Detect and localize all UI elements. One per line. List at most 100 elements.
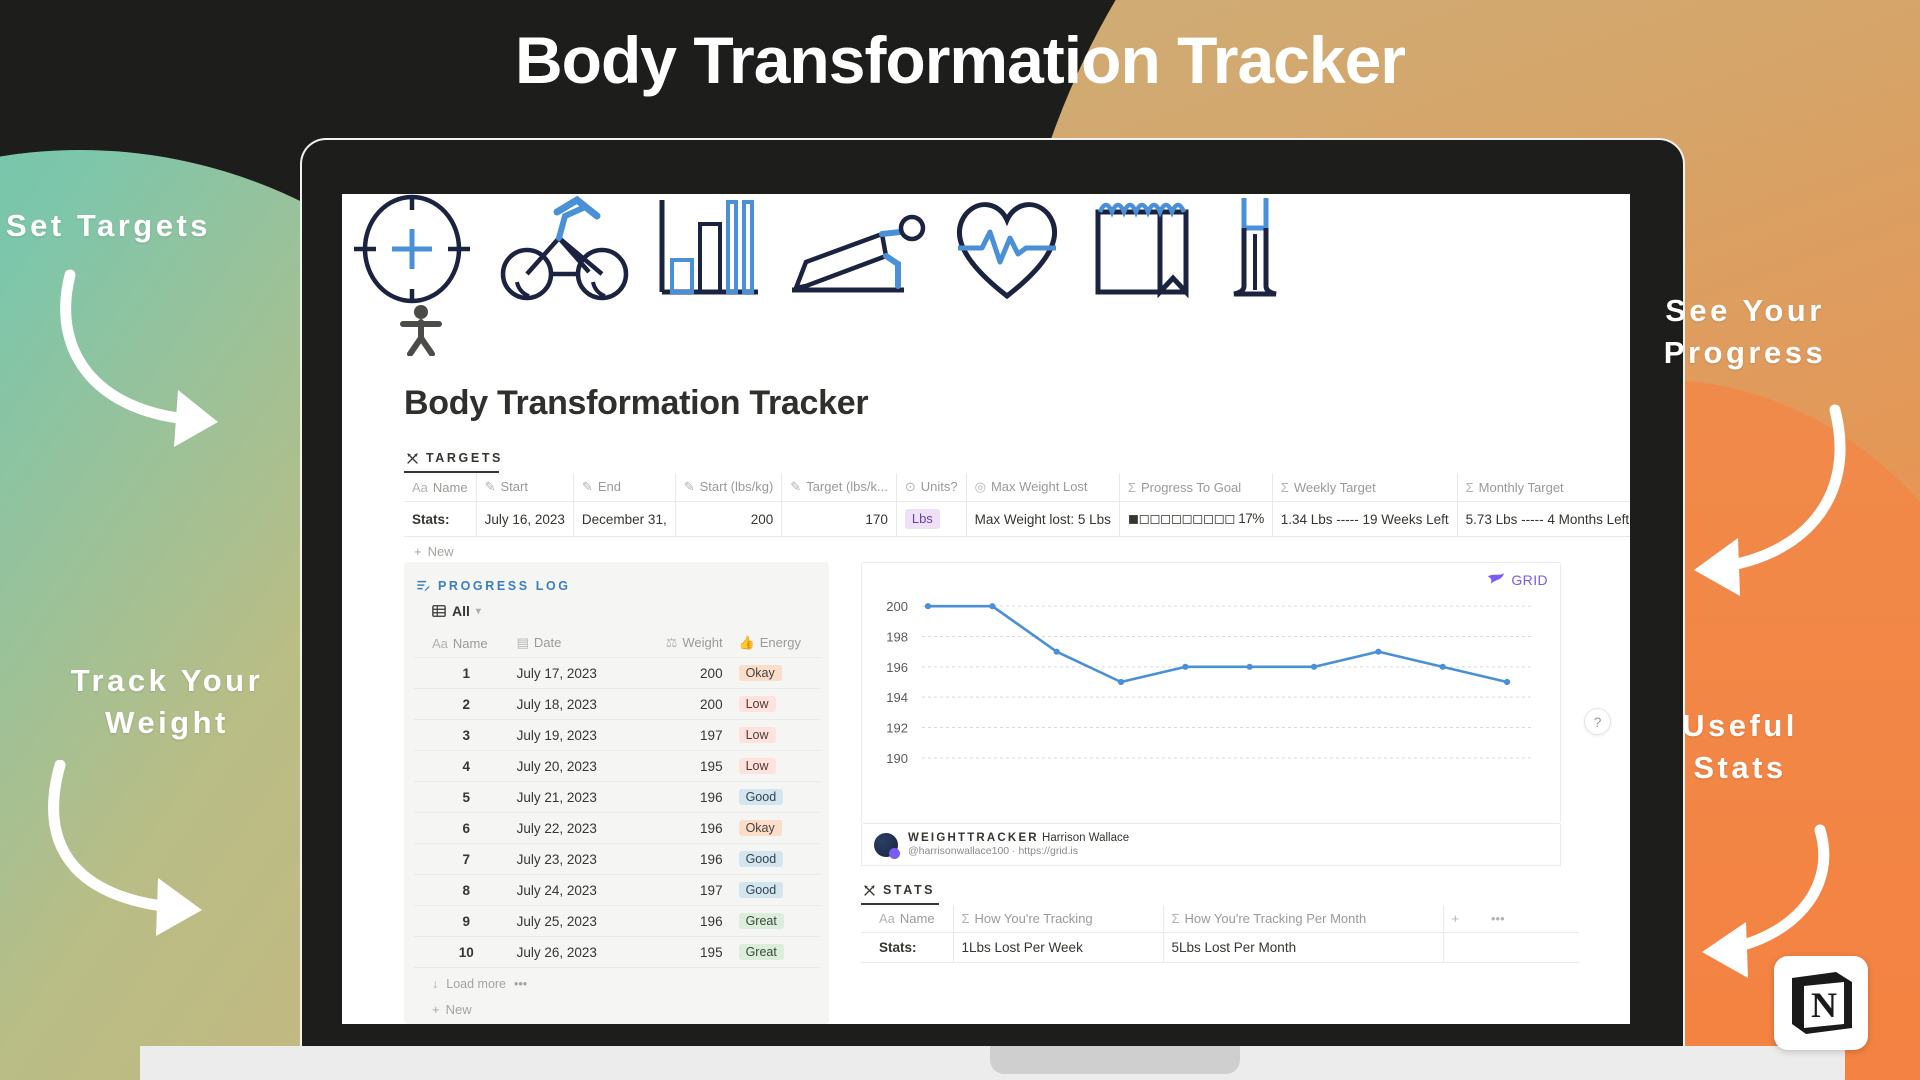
callout-see-your-progress: See Your Progress <box>1663 293 1827 370</box>
stats-overflow-button[interactable]: ••• <box>1483 905 1579 933</box>
pushup-icon <box>792 214 926 293</box>
row-energy[interactable]: Good <box>730 843 819 875</box>
add-column-button[interactable]: + <box>1443 905 1483 933</box>
progress-log-section: PROGRESS LOG All ▾ Aa Name ▤ Date ⚖ Weig… <box>404 562 829 1024</box>
stats-col-tracking-month[interactable]: Σ How You're Tracking Per Month <box>1163 905 1444 933</box>
row-date[interactable]: July 20, 2023 <box>508 750 641 782</box>
targets-section: TARGETS Aa Name ✎ Start ✎ End ✎ Start (lbs/k… <box>404 448 1630 566</box>
row-date[interactable]: July 24, 2023 <box>508 874 641 906</box>
row-weight[interactable]: 200 <box>640 688 731 720</box>
row-energy[interactable]: Low <box>730 719 819 751</box>
stats-col-name[interactable]: Aa Name <box>861 905 954 933</box>
table-row[interactable]: 4 July 20, 2023 195 Low <box>414 750 819 782</box>
targets-cell-monthly[interactable]: 5.73 Lbs ----- 4 Months Left <box>1457 501 1630 537</box>
overflow-icon[interactable]: ••• <box>514 977 527 991</box>
row-energy[interactable]: Okay <box>730 657 819 689</box>
row-date[interactable]: July 17, 2023 <box>508 657 641 689</box>
targets-col-weekly[interactable]: Σ Weekly Target <box>1272 473 1458 502</box>
table-row[interactable]: 7 July 23, 2023 196 Good <box>414 843 819 875</box>
progress-log-new-row-button[interactable]: + New <box>414 995 819 1024</box>
row-name[interactable]: 9 <box>414 905 509 937</box>
row-date[interactable]: July 21, 2023 <box>508 781 641 813</box>
targets-cell-start[interactable]: July 16, 2023 <box>476 501 574 537</box>
targets-col-units[interactable]: ⊙ Units? <box>896 473 967 502</box>
table-row[interactable]: 5 July 21, 2023 196 Good <box>414 781 819 813</box>
targets-cell-target-lbs[interactable]: 170 <box>781 501 897 537</box>
targets-col-name[interactable]: Aa Name <box>404 473 477 502</box>
progress-col-name[interactable]: Aa Name <box>414 629 509 658</box>
row-name[interactable]: 1 <box>414 657 509 689</box>
avatar <box>874 832 900 859</box>
targets-col-start-lbs[interactable]: ✎ Start (lbs/kg) <box>675 473 783 502</box>
targets-col-progress[interactable]: Σ Progress To Goal <box>1119 473 1273 502</box>
callout-track-your-weight: Track Your Weight <box>70 663 264 740</box>
arrow-see-your-progress <box>1694 404 1846 596</box>
targets-cell-weekly[interactable]: 1.34 Lbs ----- 19 Weeks Left <box>1272 501 1458 537</box>
row-energy[interactable]: Great <box>730 936 819 968</box>
targets-cell-progress[interactable]: ◼◻◻◻◻◻◻◻◻◻ 17% <box>1119 501 1273 537</box>
targets-cell-start-lbs[interactable]: 200 <box>675 501 783 537</box>
table-row[interactable]: 3 July 19, 2023 197 Low <box>414 719 819 751</box>
row-energy[interactable]: Okay <box>730 812 819 844</box>
row-weight[interactable]: 196 <box>640 905 731 937</box>
row-date[interactable]: July 26, 2023 <box>508 936 641 968</box>
targets-cell-max-weight-lost[interactable]: Max Weight lost: 5 Lbs <box>966 501 1120 537</box>
targets-col-max-weight-lost[interactable]: ◎ Max Weight Lost <box>966 473 1120 502</box>
load-more-button[interactable]: ↓ Load more ••• <box>414 968 819 995</box>
row-name[interactable]: 8 <box>414 874 509 906</box>
row-energy[interactable]: Great <box>730 905 819 937</box>
table-row[interactable]: 2 July 18, 2023 200 Low <box>414 688 819 720</box>
row-date[interactable]: July 19, 2023 <box>508 719 641 751</box>
row-name[interactable]: 3 <box>414 719 509 751</box>
progress-log-view-tab[interactable]: All ▾ <box>414 599 819 629</box>
row-weight[interactable]: 197 <box>640 719 731 751</box>
energy-tag: Good <box>738 789 784 805</box>
row-energy[interactable]: Good <box>730 781 819 813</box>
stats-cell-monthly[interactable]: 5Lbs Lost Per Month <box>1163 932 1444 963</box>
targets-cell-end[interactable]: December 31, <box>573 501 676 537</box>
row-name[interactable]: 7 <box>414 843 509 875</box>
table-row[interactable]: 1 July 17, 2023 200 Okay <box>414 657 819 689</box>
row-weight[interactable]: 200 <box>640 657 731 689</box>
table-row[interactable]: 8 July 24, 2023 197 Good <box>414 874 819 906</box>
chevron-down-icon[interactable]: ▾ <box>476 606 481 617</box>
row-name[interactable]: 2 <box>414 688 509 720</box>
table-row[interactable]: 9 July 25, 2023 196 Great <box>414 905 819 937</box>
table-row[interactable]: 6 July 22, 2023 196 Okay <box>414 812 819 844</box>
row-date[interactable]: July 25, 2023 <box>508 905 641 937</box>
progress-col-energy[interactable]: 👍 Energy <box>730 629 819 658</box>
row-weight[interactable]: 195 <box>640 936 731 968</box>
table-row[interactable]: 10 July 26, 2023 195 Great <box>414 936 819 968</box>
row-weight[interactable]: 196 <box>640 843 731 875</box>
row-weight[interactable]: 195 <box>640 750 731 782</box>
grid-chart-embed[interactable]: GRID 200 198 196 194 192 190 <box>861 562 1561 824</box>
progress-col-weight[interactable]: ⚖ Weight <box>640 629 731 658</box>
row-weight[interactable]: 197 <box>640 874 731 906</box>
targets-cell-name[interactable]: Stats: <box>404 501 477 537</box>
targets-col-target-lbs[interactable]: ✎ Target (lbs/k... <box>781 473 897 502</box>
targets-cell-units[interactable]: Lbs <box>896 501 967 537</box>
stats-cell-weekly[interactable]: 1Lbs Lost Per Week <box>953 932 1164 963</box>
row-name[interactable]: 4 <box>414 750 509 782</box>
row-date[interactable]: July 23, 2023 <box>508 843 641 875</box>
table-row[interactable]: Stats: 1Lbs Lost Per Week 5Lbs Lost Per … <box>861 932 1579 963</box>
stats-cell-name[interactable]: Stats: <box>861 932 954 963</box>
row-date[interactable]: July 18, 2023 <box>508 688 641 720</box>
progress-col-date[interactable]: ▤ Date <box>508 629 641 658</box>
stats-col-tracking[interactable]: Σ How You're Tracking <box>953 905 1164 933</box>
row-name[interactable]: 10 <box>414 936 509 968</box>
row-weight[interactable]: 196 <box>640 781 731 813</box>
row-name[interactable]: 5 <box>414 781 509 813</box>
row-energy[interactable]: Good <box>730 874 819 906</box>
svg-text:200: 200 <box>886 599 908 614</box>
row-weight[interactable]: 196 <box>640 812 731 844</box>
targets-col-start[interactable]: ✎ Start <box>476 473 574 502</box>
row-energy[interactable]: Low <box>730 688 819 720</box>
targets-col-end[interactable]: ✎ End <box>573 473 676 502</box>
table-row[interactable]: Stats: July 16, 2023 December 31, 200 17… <box>404 501 1630 537</box>
row-energy[interactable]: Low <box>730 750 819 782</box>
targets-col-monthly[interactable]: Σ Monthly Target <box>1457 473 1630 502</box>
row-date[interactable]: July 22, 2023 <box>508 812 641 844</box>
row-name[interactable]: 6 <box>414 812 509 844</box>
arrow-track-your-weight <box>48 760 202 936</box>
